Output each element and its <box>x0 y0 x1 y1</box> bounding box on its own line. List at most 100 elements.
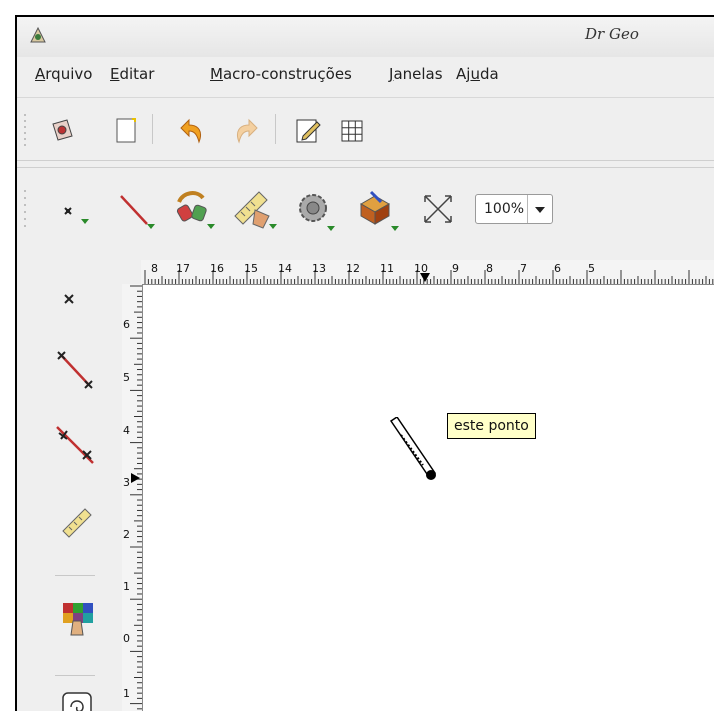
main-toolbar <box>17 97 714 161</box>
toolbar-separator <box>152 114 153 144</box>
numeric-tool-button[interactable] <box>231 186 277 234</box>
chevron-down-icon <box>535 207 545 213</box>
transformation-icon <box>176 191 207 222</box>
dropdown-arrow-icon <box>207 224 215 229</box>
grid-button[interactable] <box>337 116 367 150</box>
macro-play-icon <box>62 692 92 711</box>
palette-icon <box>63 603 93 636</box>
menu-macro-mnemonic: M <box>210 65 223 83</box>
ruler-label: 7 <box>520 262 527 275</box>
expand-arrows-icon <box>424 195 452 223</box>
undo-button[interactable] <box>175 116 209 150</box>
fit-view-button[interactable] <box>421 192 455 230</box>
menu-janelas-label: anelas <box>393 65 443 83</box>
point-tool-button[interactable] <box>57 196 91 234</box>
ruler-label: 6 <box>123 318 130 331</box>
vertical-ruler-ticks <box>130 285 142 710</box>
dropdown-arrow-icon <box>327 226 335 231</box>
point-icon <box>64 207 72 215</box>
open-file-icon <box>52 119 73 141</box>
drawing-canvas[interactable] <box>143 285 714 711</box>
side-line-tool-button[interactable] <box>55 425 95 469</box>
object-tooltip: este ponto <box>447 413 536 439</box>
toolbar-grip-icon[interactable] <box>23 188 27 232</box>
macro-gears-icon <box>299 194 327 222</box>
redo-button[interactable] <box>229 116 263 150</box>
ruler-label: 4 <box>123 424 130 437</box>
dropdown-arrow-icon <box>81 219 89 224</box>
menu-ajuda-prefix: Aj <box>456 65 471 83</box>
menu-editar-label: ditar <box>119 65 155 83</box>
toolbox-icon <box>359 190 391 225</box>
ruler-label: 17 <box>176 262 190 275</box>
side-toolbar <box>17 257 125 711</box>
ruler-label: 9 <box>452 262 459 275</box>
pen-cursor-icon <box>383 415 441 491</box>
menu-arquivo[interactable]: Arquivo <box>35 65 92 83</box>
ruler-label: 15 <box>244 262 258 275</box>
menu-arquivo-label: rquivo <box>45 65 93 83</box>
toolbar-separator <box>55 675 95 676</box>
line-tool-button[interactable] <box>115 190 155 234</box>
ruler-label: 2 <box>123 528 130 541</box>
horizontal-ruler: 8 17 16 15 14 13 12 11 10 9 8 7 6 5 <box>141 260 714 285</box>
side-style-tool-button[interactable] <box>59 599 95 643</box>
zoom-combobox[interactable]: 100% <box>475 194 553 224</box>
construction-toolbar <box>17 167 714 256</box>
edit-document-icon <box>296 119 321 143</box>
vertical-ruler: 6 5 4 3 2 1 0 1 <box>122 284 143 711</box>
ruler-icon <box>62 508 92 538</box>
ruler-label: 16 <box>210 262 224 275</box>
point-icon <box>64 294 74 304</box>
edit-script-button[interactable] <box>293 116 323 150</box>
new-document-icon <box>116 118 136 143</box>
ruler-label: 1 <box>123 580 130 593</box>
ruler-label: 11 <box>380 262 394 275</box>
menu-janelas[interactable]: Janelas <box>389 65 443 83</box>
menu-bar: Arquivo Editar Macro-construções Janelas… <box>17 57 714 93</box>
transformation-tool-button[interactable] <box>173 188 215 232</box>
grid-icon <box>341 120 363 142</box>
menu-ajuda-label: da <box>479 65 499 83</box>
side-segment-tool-button[interactable] <box>55 349 95 393</box>
ruler-label: 13 <box>312 262 326 275</box>
open-file-button[interactable] <box>47 116 77 150</box>
line-through-points-icon <box>56 426 94 464</box>
toolbar-separator <box>55 575 95 576</box>
menu-macro-label: acro-construções <box>222 65 352 83</box>
dropdown-arrow-icon <box>269 224 277 229</box>
side-macro-play-button[interactable] <box>61 689 93 711</box>
macro-tool-button[interactable] <box>293 188 335 232</box>
undo-icon <box>180 118 202 144</box>
other-tools-button[interactable] <box>355 188 399 232</box>
menu-editar[interactable]: Editar <box>110 65 154 83</box>
window-title: Dr Geo <box>585 25 639 43</box>
dropdown-arrow-icon <box>391 226 399 231</box>
ruler-label: 0 <box>123 632 130 645</box>
zoom-value[interactable]: 100% <box>484 201 524 217</box>
dropdown-arrow-icon <box>147 224 155 229</box>
ruler-label: 6 <box>554 262 561 275</box>
ruler-position-marker-icon <box>420 273 430 282</box>
ruler-label: 14 <box>278 262 292 275</box>
title-bar: Dr Geo <box>17 17 714 57</box>
ruler-label: 3 <box>123 476 130 489</box>
segment-icon <box>57 351 93 389</box>
redo-icon <box>236 118 258 144</box>
ruler-label: 8 <box>486 262 493 275</box>
new-file-button[interactable] <box>112 116 140 150</box>
ruler-label: 12 <box>346 262 360 275</box>
side-measure-tool-button[interactable] <box>57 501 97 545</box>
menu-ajuda[interactable]: Ajuda <box>456 65 499 83</box>
ruler-label: 5 <box>123 371 130 384</box>
drgeo-app-icon <box>29 26 47 49</box>
app-window: Dr Geo Arquivo Editar Macro-construções … <box>15 15 714 711</box>
toolbar-separator <box>275 114 276 144</box>
menu-macro-construcoes[interactable]: Macro-construções <box>210 65 352 83</box>
ruler-label: 5 <box>588 262 595 275</box>
zoom-dropdown-button[interactable] <box>527 195 552 223</box>
ruler-label: 8 <box>151 262 158 275</box>
toolbar-grip-icon[interactable] <box>23 112 27 146</box>
ruler-position-marker-icon <box>131 473 140 483</box>
side-point-tool-button[interactable] <box>59 287 85 317</box>
